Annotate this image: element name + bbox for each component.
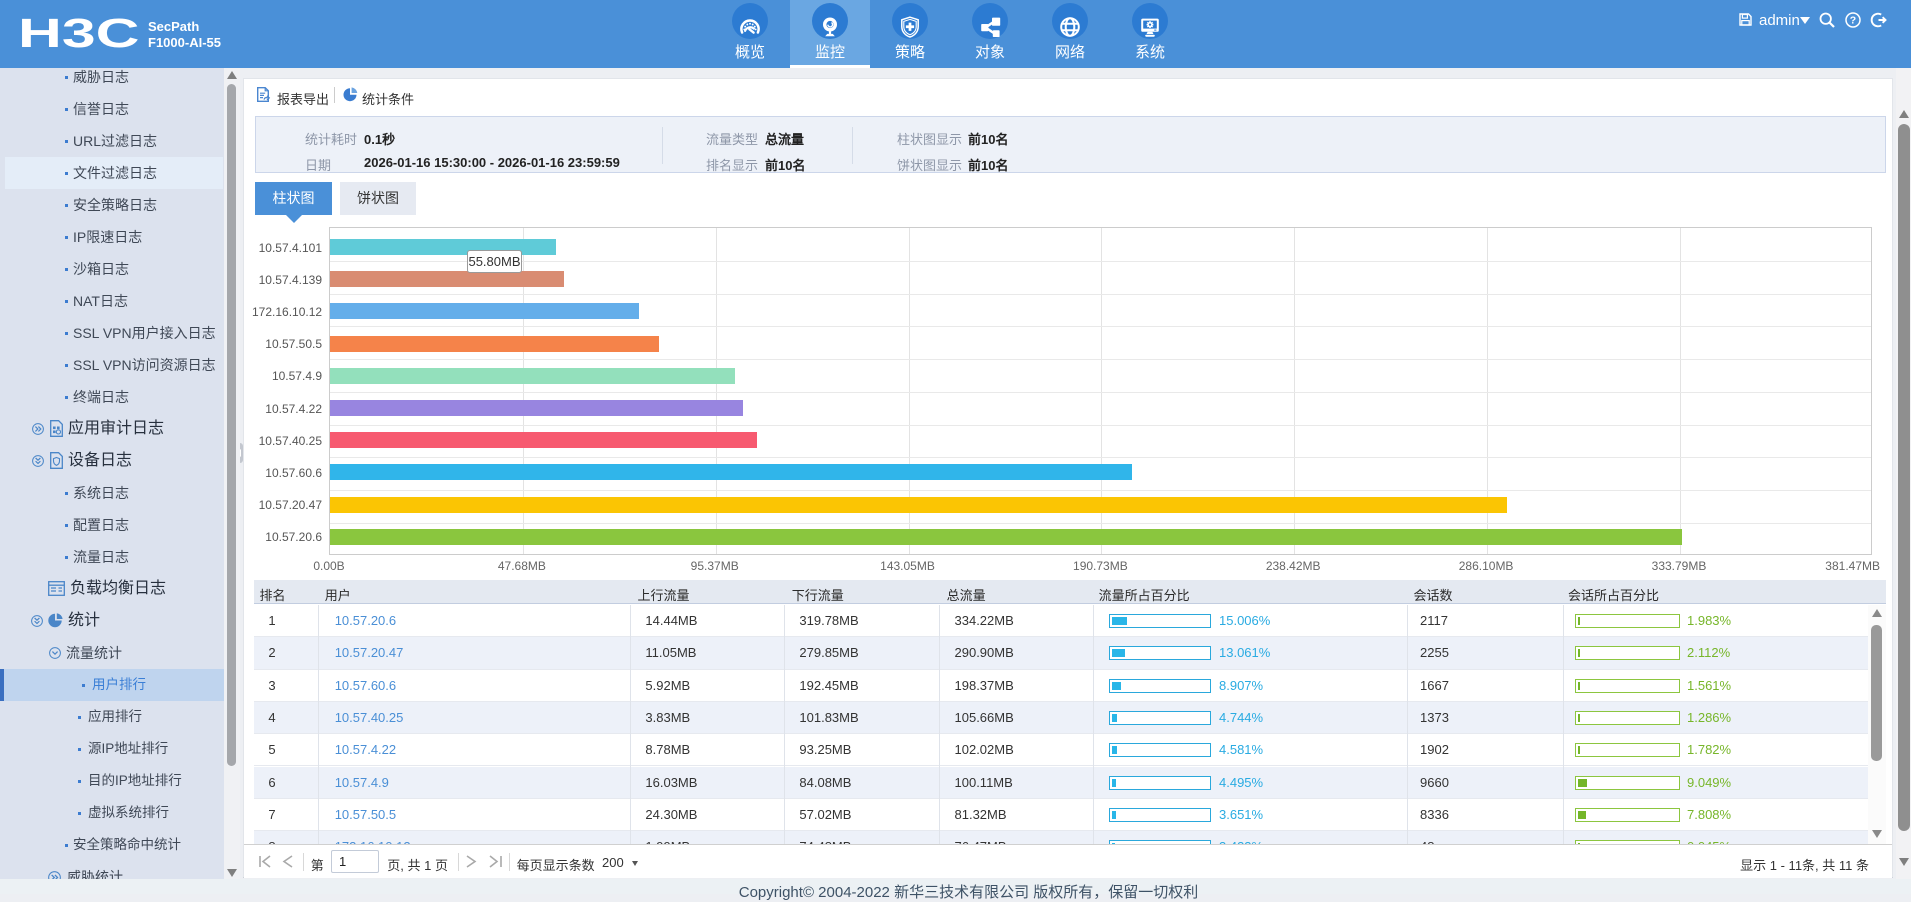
svg-text:?: ? — [1850, 15, 1856, 27]
